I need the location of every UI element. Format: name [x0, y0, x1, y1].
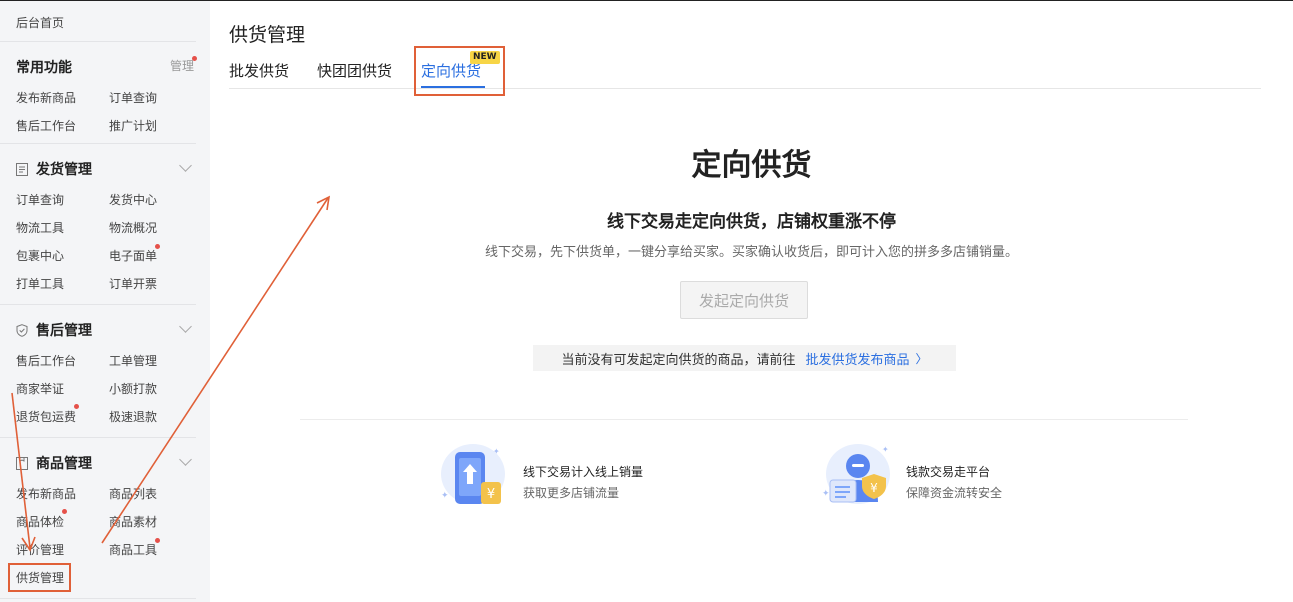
tab-wholesale-supply[interactable]: 批发供货	[229, 60, 289, 81]
phone-upload-icon: ¥ ✦ ✦	[441, 444, 505, 504]
sidebar-item-merchant-evidence[interactable]: 商家举证	[16, 380, 64, 397]
feature-description: 获取更多店铺流量	[523, 486, 620, 500]
tabs-divider	[229, 88, 1261, 89]
section-title-goods[interactable]: 商品管理	[16, 453, 92, 473]
sidebar-item-goods-material[interactable]: 商品素材	[109, 513, 157, 530]
sidebar-item-publish-goods[interactable]: 发布新商品	[16, 89, 76, 106]
sidebar-item-invoice[interactable]: 订单开票	[109, 275, 157, 292]
feature-secure-payment: ¥ ✦ ✦ 钱款交易走平台 保障资金流转安全	[816, 440, 1076, 510]
sidebar-item-print-tool[interactable]: 打单工具	[16, 275, 64, 292]
sidebar-item-package-center[interactable]: 包裹中心	[16, 247, 64, 264]
notification-dot	[74, 404, 79, 409]
sidebar-divider	[0, 598, 196, 599]
sidebar-item-goods-check[interactable]: 商品体检	[16, 513, 64, 530]
page-title: 供货管理	[229, 24, 306, 46]
notice-text: 当前没有可发起定向供货的商品，请前往	[561, 352, 796, 368]
sidebar-item-e-waybill[interactable]: 电子面单	[109, 247, 157, 264]
section-title-shipping[interactable]: 发货管理	[16, 159, 92, 179]
section-title-common-label: 常用功能	[16, 60, 72, 76]
feature-offline-sales: ¥ ✦ ✦ 线下交易计入线上销量 获取更多店铺流量	[435, 440, 695, 510]
sidebar-divider	[0, 437, 196, 438]
feature-title: 钱款交易走平台	[906, 465, 991, 479]
notification-dot	[62, 509, 67, 514]
section-title-common: 常用功能	[16, 57, 72, 77]
sidebar-item-publish-goods[interactable]: 发布新商品	[16, 485, 76, 502]
secure-payment-icon: ¥ ✦ ✦	[822, 444, 890, 504]
svg-text:¥: ¥	[870, 481, 878, 495]
chevron-down-icon[interactable]	[179, 320, 192, 333]
highlight-box-directed-tab	[414, 46, 505, 96]
sidebar-item-aftersale-desk[interactable]: 售后工作台	[16, 117, 76, 134]
manage-link[interactable]: 管理	[170, 57, 194, 74]
sidebar-item-logistics-overview[interactable]: 物流概况	[109, 219, 157, 236]
section-title-goods-label: 商品管理	[36, 456, 92, 472]
section-title-aftersale[interactable]: 售后管理	[16, 320, 92, 340]
svg-text:✦: ✦	[441, 491, 449, 501]
sidebar-home-link[interactable]: 后台首页	[16, 14, 64, 31]
sidebar-item-order-query[interactable]: 订单查询	[16, 191, 64, 208]
sidebar-item-logistics-tools[interactable]: 物流工具	[16, 219, 64, 236]
sidebar-item-fast-refund[interactable]: 极速退款	[109, 408, 157, 425]
chevron-right-icon[interactable]: 〉	[916, 350, 928, 367]
sidebar-item-promotion-plan[interactable]: 推广计划	[109, 117, 157, 134]
hero-title: 定向供货	[691, 148, 812, 183]
chevron-down-icon[interactable]	[179, 453, 192, 466]
sidebar-divider	[0, 41, 196, 42]
notification-dot	[192, 56, 197, 61]
section-divider	[300, 419, 1188, 420]
start-directed-supply-button[interactable]: 发起定向供货	[680, 281, 808, 319]
highlight-box-supply-manage	[8, 563, 71, 592]
sidebar-item-small-payment[interactable]: 小额打款	[109, 380, 157, 397]
notice-bar: 当前没有可发起定向供货的商品，请前往 批发供货发布商品 〉	[533, 345, 956, 371]
sidebar-item-order-query[interactable]: 订单查询	[109, 89, 157, 106]
sidebar-item-shipping-center[interactable]: 发货中心	[109, 191, 157, 208]
hero-description: 线下交易，先下供货单，一键分享给买家。买家确认收货后，即可计入您的拼多多店铺销量…	[484, 245, 1018, 260]
main-content: 供货管理 批发供货 快团团供货 定向供货 NEW 定向供货 线下交易走定向供货，…	[210, 0, 1293, 602]
sidebar-divider	[0, 304, 196, 305]
sidebar-item-return-shipping[interactable]: 退货包运费	[16, 408, 76, 425]
sidebar-item-aftersale-desk[interactable]: 售后工作台	[16, 352, 76, 369]
shield-check-icon	[16, 323, 28, 337]
chevron-down-icon[interactable]	[179, 159, 192, 172]
svg-text:✦: ✦	[493, 447, 500, 456]
section-title-shipping-label: 发货管理	[36, 162, 92, 178]
sidebar-item-review-manage[interactable]: 评价管理	[16, 541, 64, 558]
hero-subtitle: 线下交易走定向供货，店铺权重涨不停	[607, 212, 896, 232]
tab-group-supply[interactable]: 快团团供货	[317, 60, 392, 81]
section-title-aftersale-label: 售后管理	[36, 323, 92, 339]
sidebar-divider	[0, 143, 196, 144]
svg-text:¥: ¥	[487, 487, 495, 502]
sidebar-item-ticket-manage[interactable]: 工单管理	[109, 352, 157, 369]
svg-text:✦: ✦	[822, 489, 830, 499]
goods-icon	[16, 456, 28, 470]
sidebar: 后台首页 常用功能 管理 发布新商品 订单查询 售后工作台 推广计划 发货管理 …	[0, 1, 210, 602]
sidebar-item-goods-list[interactable]: 商品列表	[109, 485, 157, 502]
document-icon	[16, 162, 28, 176]
feature-description: 保障资金流转安全	[906, 486, 1003, 500]
feature-title: 线下交易计入线上销量	[523, 465, 644, 479]
notification-dot	[155, 244, 160, 249]
sidebar-item-goods-tools[interactable]: 商品工具	[109, 541, 157, 558]
svg-text:✦: ✦	[882, 445, 889, 454]
notification-dot	[155, 538, 160, 543]
wholesale-publish-link[interactable]: 批发供货发布商品	[805, 349, 909, 368]
